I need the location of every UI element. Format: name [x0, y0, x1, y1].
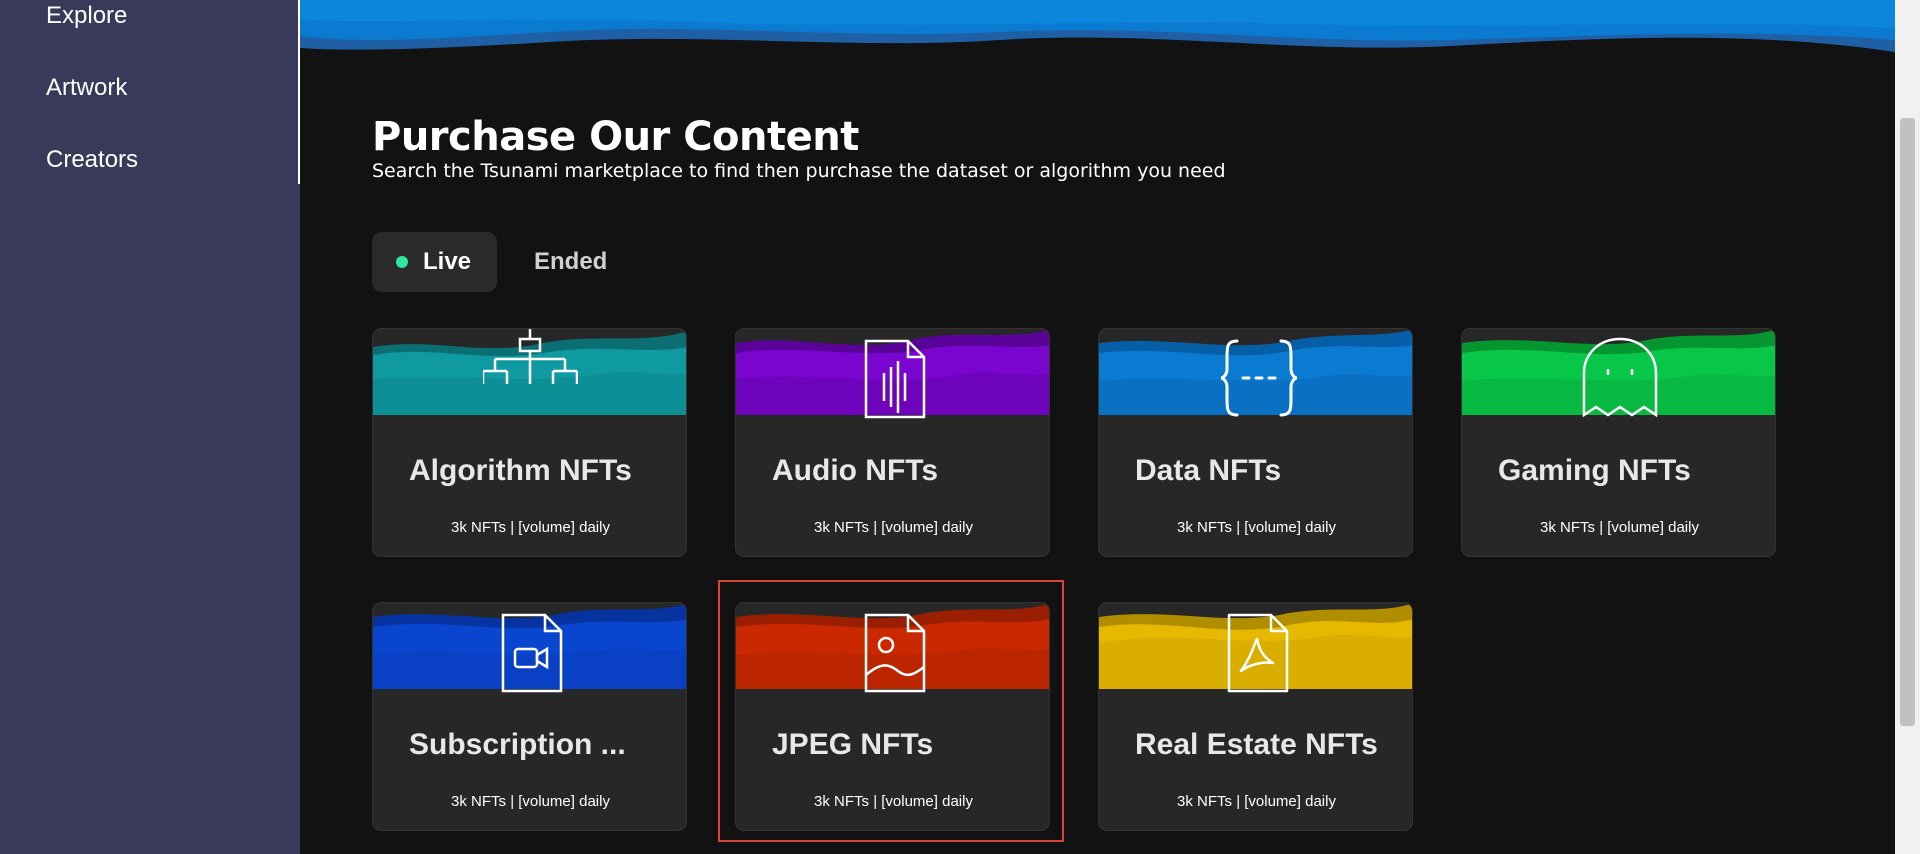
sidebar-item-explore[interactable]: Explore	[46, 2, 127, 30]
card-title: JPEG NFTs	[772, 728, 934, 761]
tab-ended[interactable]: Ended	[534, 232, 607, 292]
page-title: Purchase Our Content	[372, 114, 859, 160]
category-card-gaming[interactable]: Gaming NFTs 3k NFTs | [volume] daily	[1461, 328, 1776, 557]
category-card-jpeg[interactable]: JPEG NFTs 3k NFTs | [volume] daily	[735, 602, 1050, 831]
vertical-scrollbar[interactable]	[1895, 0, 1920, 854]
card-title: Real Estate NFTs	[1135, 728, 1378, 761]
card-stats: 3k NFTs | [volume] daily	[1540, 519, 1699, 536]
card-stats: 3k NFTs | [volume] daily	[814, 519, 973, 536]
card-stats: 3k NFTs | [volume] daily	[451, 793, 610, 810]
card-header-banner	[1099, 603, 1412, 693]
category-card-algorithm[interactable]: Algorithm NFTs 3k NFTs | [volume] daily	[372, 328, 687, 557]
curly-braces-icon	[1220, 339, 1298, 417]
page-subtitle: Search the Tsunami marketplace to find t…	[372, 160, 1226, 182]
card-header-banner	[373, 603, 686, 693]
card-stats: 3k NFTs | [volume] daily	[814, 793, 973, 810]
category-card-subscription[interactable]: Subscription ... 3k NFTs | [volume] dail…	[372, 602, 687, 831]
card-header-banner	[736, 603, 1049, 693]
scrollbar-thumb[interactable]	[1900, 118, 1915, 726]
wave-banner	[300, 0, 1895, 60]
card-header-banner	[736, 329, 1049, 419]
category-card-real-estate[interactable]: Real Estate NFTs 3k NFTs | [volume] dail…	[1098, 602, 1413, 831]
tab-live[interactable]: Live	[372, 232, 497, 292]
card-header-banner	[1462, 329, 1775, 419]
card-stats: 3k NFTs | [volume] daily	[1177, 793, 1336, 810]
sidebar-item-artwork[interactable]: Artwork	[46, 74, 127, 102]
card-stats: 3k NFTs | [volume] daily	[1177, 519, 1336, 536]
category-card-audio[interactable]: Audio NFTs 3k NFTs | [volume] daily	[735, 328, 1050, 557]
card-title: Audio NFTs	[772, 454, 939, 487]
card-title: Gaming NFTs	[1498, 454, 1691, 487]
ghost-icon	[1582, 337, 1658, 417]
main-content: Purchase Our Content Search the Tsunami …	[300, 0, 1895, 854]
card-header-banner	[1099, 329, 1412, 419]
tab-live-label: Live	[423, 248, 472, 275]
sidebar: Explore Artwork Creators	[0, 0, 300, 854]
video-file-icon	[501, 613, 563, 693]
card-title: Algorithm NFTs	[409, 454, 632, 487]
pdf-file-icon	[1227, 613, 1289, 693]
card-stats: 3k NFTs | [volume] daily	[451, 519, 610, 536]
card-title: Subscription ...	[409, 728, 626, 761]
sidebar-item-creators[interactable]: Creators	[46, 146, 138, 174]
image-file-icon	[864, 613, 926, 693]
category-card-data[interactable]: Data NFTs 3k NFTs | [volume] daily	[1098, 328, 1413, 557]
card-title: Data NFTs	[1135, 454, 1282, 487]
algorithm-tree-icon	[483, 329, 578, 384]
audio-file-icon	[864, 339, 926, 419]
live-status-dot-icon	[396, 256, 408, 268]
card-header-banner	[373, 329, 686, 419]
